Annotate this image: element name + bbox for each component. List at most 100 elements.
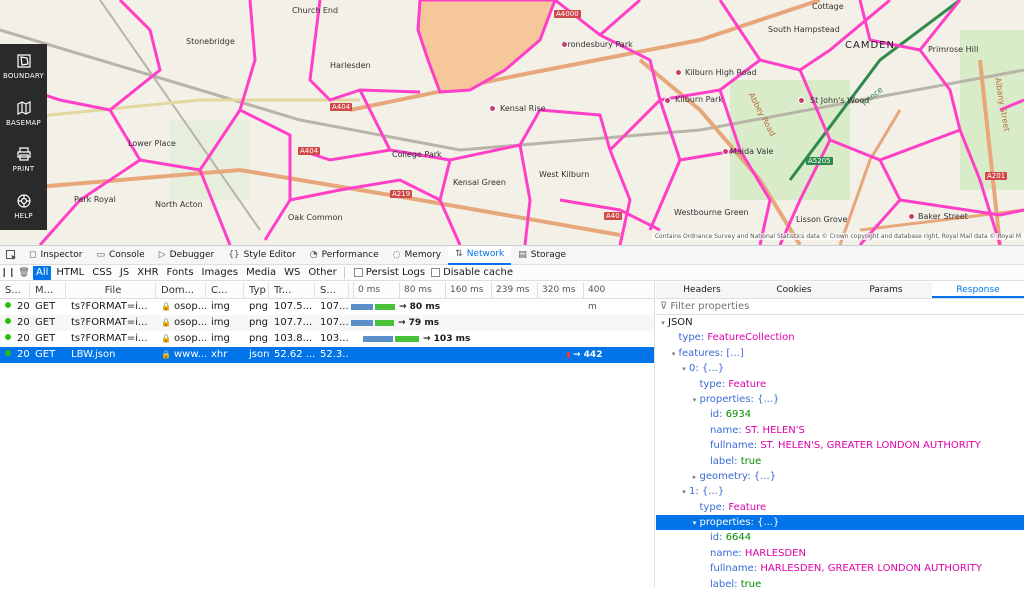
json-tree-row[interactable]: fullname: HARLESDEN, GREATER LONDON AUTH… [656, 561, 1024, 576]
json-tree-row[interactable]: type: Feature [656, 377, 1024, 392]
persist-logs-checkbox[interactable]: Persist Logs [353, 267, 425, 278]
request-row[interactable]: 200 GET ts?FORMAT=i... 🔒osop... img png 107.7.… [0, 315, 654, 331]
json-tree-row[interactable]: ▾ properties: {...} [656, 515, 1024, 531]
checkbox-box[interactable] [431, 268, 441, 277]
tab-console[interactable]: ▭ Console [89, 246, 151, 265]
place-label: Cottage [812, 2, 844, 11]
tab-performance[interactable]: ◔ Performance [303, 246, 386, 265]
basemap-button[interactable]: BASEMAP [0, 91, 47, 138]
tab-network[interactable]: ⇅ Network [448, 245, 512, 265]
col-size[interactable]: S... [315, 282, 349, 299]
filter-all[interactable]: All [33, 265, 52, 280]
json-tree-row[interactable]: type: Feature [656, 500, 1024, 515]
waterfall-cell: → 103 ms [349, 331, 605, 347]
json-value: {...} [757, 517, 780, 529]
filter-html[interactable]: HTML [53, 266, 87, 280]
col-status[interactable]: S... [0, 282, 30, 299]
col-file[interactable]: File [66, 282, 156, 299]
request-row[interactable]: 200 GET LBW.json 🔒www.... xhr json 52.62 ... 52… [0, 347, 654, 363]
expanded-twisty-icon[interactable]: ▾ [679, 485, 689, 500]
filter-media[interactable]: Media [243, 266, 279, 280]
tab-storage[interactable]: ▤ Storage [511, 246, 573, 265]
filter-properties-input[interactable]: ⊽ Filter properties [656, 299, 1024, 315]
tab-debugger[interactable]: ▷ Debugger [152, 246, 221, 265]
expanded-twisty-icon[interactable]: ▾ [690, 393, 700, 408]
json-key: label: [710, 578, 741, 590]
cell-text: 107.... [320, 301, 349, 312]
waterfall-header[interactable]: 0 ms 80 ms 160 ms 239 ms 320 ms 400 m [349, 282, 605, 312]
request-row[interactable]: 200 GET ts?FORMAT=i... 🔒osop... img png 107.5.… [0, 299, 654, 315]
element-picker-button[interactable] [0, 249, 22, 261]
filter-js[interactable]: JS [117, 266, 132, 280]
col-domain[interactable]: Dom... [156, 282, 206, 299]
status-dot-icon [5, 302, 11, 308]
tab-label: Console [108, 250, 145, 260]
map-icon [16, 100, 31, 115]
json-value: Feature [728, 501, 767, 513]
filter-ws[interactable]: WS [281, 266, 303, 280]
details-tab-headers[interactable]: Headers [656, 282, 748, 298]
json-tree-row[interactable]: name: ST. HELEN'S [656, 423, 1024, 438]
cell-type: png [244, 315, 269, 331]
tab-style-editor[interactable]: {} Style Editor [221, 246, 303, 265]
json-tree-row[interactable]: ▾ 1: {...} [656, 484, 1024, 499]
help-button[interactable]: HELP [0, 184, 47, 231]
json-tree-row[interactable]: ▾ 0: {...} [656, 361, 1024, 376]
filter-xhr[interactable]: XHR [134, 266, 161, 280]
col-cause[interactable]: C... [206, 282, 244, 299]
json-tree-row[interactable]: ▾ features: [...] [656, 346, 1024, 361]
trash-icon[interactable]: 🗑 [16, 268, 32, 278]
element-picker-icon [5, 249, 16, 260]
json-tree-row[interactable]: id: 6934 [656, 407, 1024, 422]
collapsed-twisty-icon[interactable]: ▸ [690, 470, 700, 485]
filter-images[interactable]: Images [199, 266, 242, 280]
details-tab-params[interactable]: Params [840, 282, 932, 298]
cell-domain: 🔒www.... [156, 347, 206, 363]
boundary-button[interactable]: BOUNDARY [0, 44, 47, 91]
expanded-twisty-icon[interactable]: ▾ [690, 516, 700, 531]
details-tabs: Headers Cookies Params Response [656, 282, 1024, 299]
filter-fonts[interactable]: Fonts [164, 266, 197, 280]
col-type[interactable]: Typ [244, 282, 269, 299]
expanded-twisty-icon[interactable]: ▾ [679, 362, 689, 377]
cell-file: LBW.json [66, 347, 156, 363]
expanded-twisty-icon[interactable]: ▾ [669, 347, 679, 362]
request-table-header: S... M... File Dom... C... Typ Tr... S..… [0, 282, 654, 312]
devtools-panel: ◻ Inspector ▭ Console ▷ Debugger{} Style Edito… [0, 245, 1024, 590]
details-tab-cookies[interactable]: Cookies [748, 282, 840, 298]
print-button[interactable]: PRINT [0, 137, 47, 184]
cell-text: img [211, 301, 230, 312]
col-transferred[interactable]: Tr... [269, 282, 315, 299]
filter-css[interactable]: CSS [89, 266, 115, 280]
json-tree-row[interactable]: ▾ JSON [656, 315, 1024, 330]
disable-cache-checkbox[interactable]: Disable cache [431, 267, 513, 278]
json-value: true [740, 578, 762, 590]
json-tree-row[interactable]: ▸ geometry: {...} [656, 469, 1024, 484]
filter-other[interactable]: Other [305, 266, 339, 280]
station-marker [561, 41, 568, 48]
map-view[interactable]: Church End Stonebridge Harlesden Brondes… [0, 0, 1024, 245]
place-label: Oak Common [288, 213, 343, 222]
devtools-tabs: ◻ Inspector ▭ Console ▷ Debugger{} Style Edito… [22, 245, 573, 265]
place-label: Baker Street [918, 212, 968, 221]
json-tree-row[interactable]: id: 6644 [656, 530, 1024, 545]
pause-icon[interactable]: ❙❙ [0, 268, 16, 278]
tab-inspector[interactable]: ◻ Inspector [22, 246, 89, 265]
json-tree-row[interactable]: type: FeatureCollection [656, 330, 1024, 345]
lock-icon: 🔒 [161, 302, 171, 311]
waterfall-tick: 239 ms [491, 282, 530, 299]
json-tree-row[interactable]: ▾ properties: {...} [656, 392, 1024, 407]
json-tree-row[interactable]: fullname: ST. HELEN'S, GREATER LONDON AU… [656, 438, 1024, 453]
request-row[interactable]: 200 GET ts?FORMAT=i... 🔒osop... img png 103.8.… [0, 331, 654, 347]
cell-transferred: 52.62 ... [269, 347, 315, 363]
checkbox-box[interactable] [353, 268, 363, 277]
details-tab-response[interactable]: Response [932, 282, 1024, 298]
json-tree-row[interactable]: label: true [656, 577, 1024, 592]
json-tree-row[interactable]: name: HARLESDEN [656, 546, 1024, 561]
place-label: Maida Vale [730, 147, 774, 156]
tab-memory[interactable]: ◌ Memory [386, 246, 448, 265]
expanded-twisty-icon[interactable]: ▾ [658, 316, 668, 331]
json-tree-row[interactable]: label: true [656, 454, 1024, 469]
col-method[interactable]: M... [30, 282, 66, 299]
json-value: 6644 [725, 532, 752, 544]
